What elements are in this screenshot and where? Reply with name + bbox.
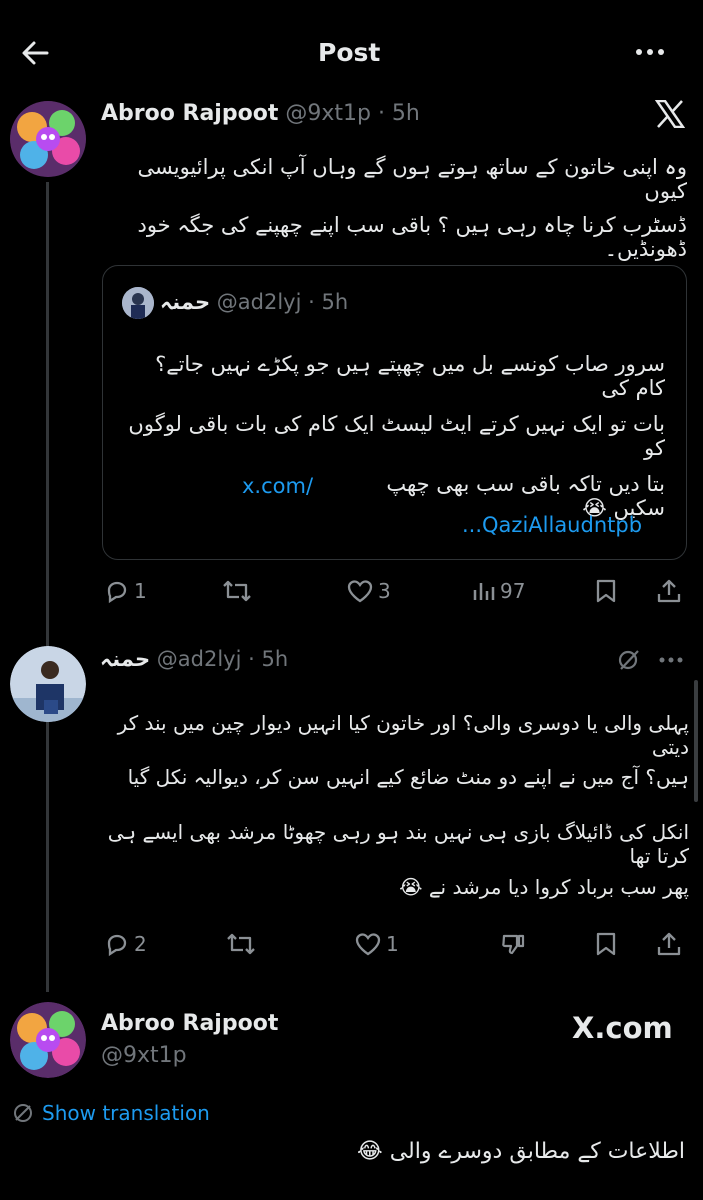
author-name[interactable]: Abroo Rajpoot [101,101,278,126]
quote-avatar [122,287,154,319]
like-button[interactable]: 3 [346,578,391,604]
retweet-icon[interactable] [226,931,256,957]
show-translation-link[interactable]: Show translation [12,1101,210,1125]
reply-icon [104,578,130,604]
tweet-text: اطلاعات کے مطابق دوسرے والی 😂 [357,1139,685,1164]
quote-text-line: بات تو ایک نہیں کرتے ایٹ لیسٹ ایک کام کی… [128,412,665,460]
tweet-text-line: ہیں؟ آج میں نے اپنے دو منٹ ضائع کیے انہی… [127,765,689,789]
more-icon[interactable] [658,655,684,665]
author-handle[interactable]: @9xt1p [101,1043,187,1068]
dislike-icon[interactable] [500,931,526,957]
author-name[interactable]: حمنہ [100,647,150,671]
tweet-text-line: انکل کی ڈائیلاگ بازی ہی نہیں بند ہو رہی … [107,820,689,868]
x-watermark: X.com [572,1011,673,1045]
avatar[interactable] [10,1002,86,1078]
more-icon[interactable] [634,44,666,60]
reply-count: 1 [134,579,147,603]
like-icon [354,931,382,957]
scrollbar[interactable] [694,680,698,802]
globe-icon [12,1102,34,1124]
thread-line [46,182,49,992]
page-title: Post [318,38,381,67]
like-count: 1 [386,932,399,956]
views-button[interactable]: 97 [470,578,525,604]
handle-time[interactable]: @9xt1p · 5h [285,101,420,126]
handle-time[interactable]: @ad2lyj · 5h [157,647,288,671]
like-button[interactable]: 1 [354,931,399,957]
quote-link[interactable]: ...QaziAllaudntpb [462,513,642,537]
show-translation-label: Show translation [42,1101,210,1125]
quote-handle-time: @ad2lyj · 5h [216,290,349,314]
reply-icon [104,931,130,957]
quote-text-line: سرور صاب کونسے بل میں چھپتے ہیں جو پکڑے … [155,352,665,400]
reply-button[interactable]: 1 [104,578,147,604]
tweet-text-line: پہلی والی یا دوسری والی؟ اور خاتون کیا ا… [117,711,689,759]
avatar[interactable] [10,101,86,177]
like-count: 3 [378,579,391,603]
back-arrow-icon[interactable] [20,38,50,68]
bookmark-icon[interactable] [594,931,618,957]
like-icon [346,578,374,604]
grok-icon[interactable] [617,648,641,672]
share-icon[interactable] [656,578,682,604]
avatar[interactable] [10,646,86,722]
tweet-text-line: ڈسٹرب کرنا چاہ رہی ہیں ؟ باقی سب اپنے چھ… [137,213,687,261]
tweet-text-line: پھر سب برباد کروا دیا مرشد نے 😭 [399,875,689,899]
views-icon [470,578,496,604]
bookmark-icon[interactable] [594,578,618,604]
quote-link[interactable]: x.com/ [242,474,313,498]
reply-button[interactable]: 2 [104,931,147,957]
share-icon[interactable] [656,931,682,957]
retweet-icon[interactable] [222,578,252,604]
tweet-text-line: وہ اپنی خاتون کے ساتھ ہوتے ہوں گے وہاں آ… [137,155,687,203]
author-name[interactable]: Abroo Rajpoot [101,1011,278,1036]
views-count: 97 [500,579,526,603]
reply-count: 2 [134,932,147,956]
quote-author-name: حمنہ [160,290,211,314]
x-logo-icon [655,100,685,128]
